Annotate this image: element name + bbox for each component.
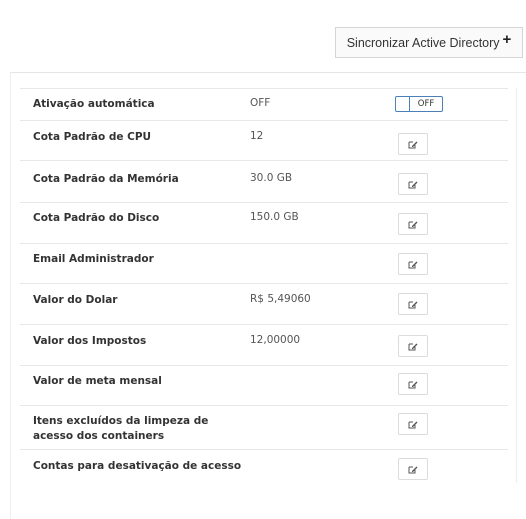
setting-label-line2: acesso dos containers	[33, 430, 165, 442]
edit-icon	[408, 141, 418, 148]
plus-icon: +	[502, 31, 512, 48]
settings-row-impostos: Valor dos Impostos 12,00000	[20, 324, 508, 366]
edit-icon	[408, 381, 418, 388]
setting-label: Valor dos Impostos	[33, 335, 147, 347]
setting-label: Cota Padrão do Disco	[33, 212, 160, 224]
settings-row-itens-excluidos: Itens excluídos da limpeza de acesso dos…	[20, 405, 508, 450]
setting-value: R$ 5,49060	[250, 293, 311, 305]
edit-icon	[408, 301, 418, 308]
edit-button-itens-excluidos[interactable]	[398, 413, 428, 435]
setting-value: 30.0 GB	[250, 172, 293, 184]
setting-value: 12	[250, 130, 264, 142]
edit-button-disco[interactable]	[398, 213, 428, 235]
edit-button-memoria[interactable]	[398, 173, 428, 195]
edit-button-contas-desativacao[interactable]	[398, 458, 428, 480]
setting-label: Contas para desativação de acesso	[33, 460, 242, 472]
settings-row-ativacao: Ativação automática OFF OFF	[20, 88, 508, 121]
edit-icon	[408, 181, 418, 188]
edit-button-email[interactable]	[398, 253, 428, 275]
settings-row-email: Email Administrador	[20, 243, 508, 284]
setting-value: OFF	[250, 97, 271, 109]
sync-button-label: Sincronizar Active Directory	[346, 35, 500, 50]
settings-row-meta: Valor de meta mensal	[20, 365, 508, 406]
edit-icon	[408, 421, 418, 428]
sync-active-directory-button[interactable]: Sincronizar Active Directory +	[335, 27, 523, 58]
panel-right-edge	[516, 88, 517, 483]
auto-activation-toggle[interactable]: OFF	[395, 96, 443, 112]
edit-icon	[408, 221, 418, 228]
setting-value: 150.0 GB	[250, 211, 299, 223]
edit-button-impostos[interactable]	[398, 335, 428, 357]
edit-button-meta[interactable]	[398, 373, 428, 395]
settings-row-contas-desativacao: Contas para desativação de acesso	[20, 449, 508, 490]
setting-label: Ativação automática	[33, 98, 155, 110]
setting-label-line1: Itens excluídos da limpeza de	[33, 415, 209, 427]
setting-label: Cota Padrão de CPU	[33, 131, 152, 143]
toggle-knob	[396, 97, 410, 111]
edit-button-dolar[interactable]	[398, 293, 428, 315]
setting-label: Valor do Dolar	[33, 294, 118, 306]
edit-icon	[408, 466, 418, 473]
settings-row-memoria: Cota Padrão da Memória 30.0 GB	[20, 160, 508, 203]
settings-row-disco: Cota Padrão do Disco 150.0 GB	[20, 202, 508, 244]
edit-icon	[408, 343, 418, 350]
settings-row-dolar: Valor do Dolar R$ 5,49060	[20, 283, 508, 325]
edit-button-cpu[interactable]	[398, 133, 428, 155]
setting-label: Cota Padrão da Memória	[33, 173, 179, 185]
setting-label: Valor de meta mensal	[33, 375, 162, 387]
setting-label: Email Administrador	[33, 253, 154, 265]
toggle-state-label: OFF	[417, 99, 435, 109]
setting-value: 12,00000	[250, 334, 301, 346]
edit-icon	[408, 261, 418, 268]
settings-row-cpu: Cota Padrão de CPU 12	[20, 120, 508, 161]
